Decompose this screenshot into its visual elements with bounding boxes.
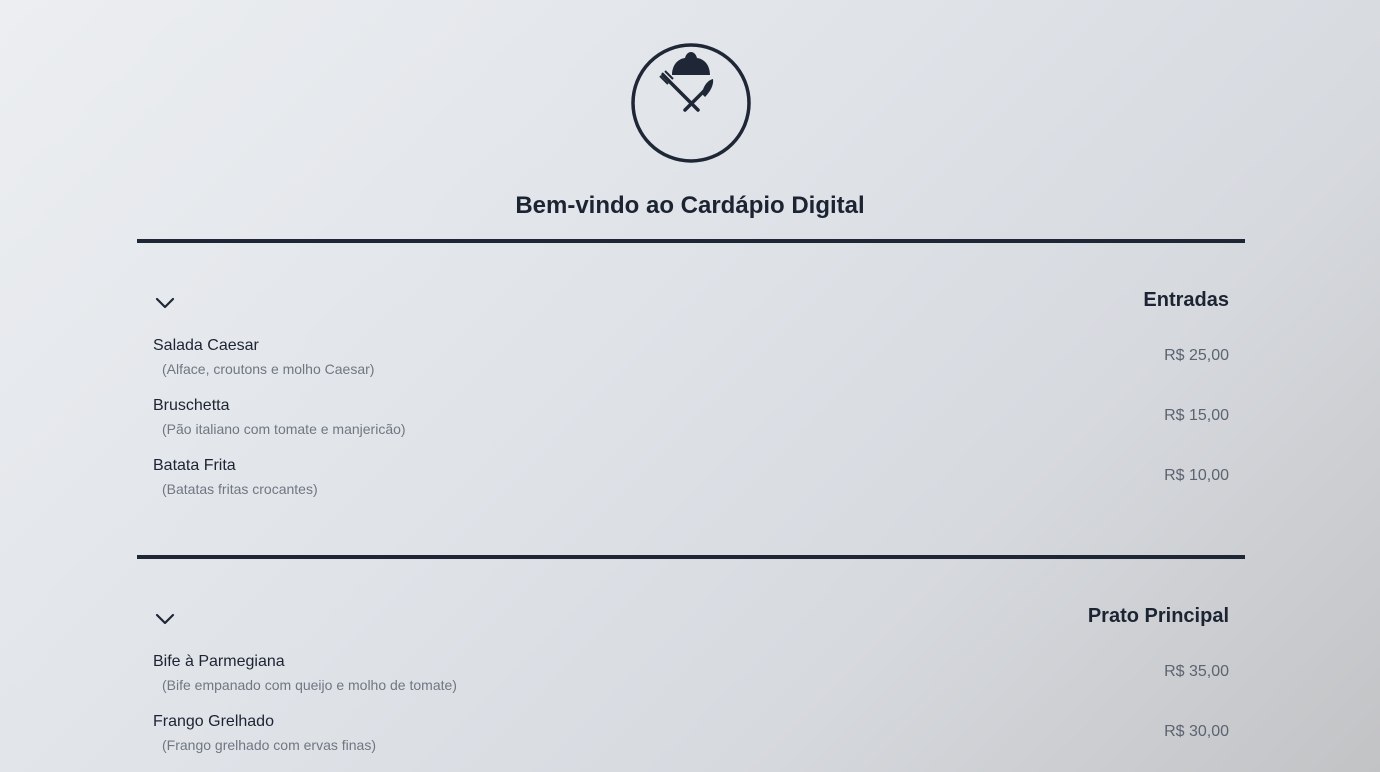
item-description: (Bife empanado com queijo e molho de tom…	[162, 677, 457, 693]
item-description: (Alface, croutons e molho Caesar)	[162, 361, 375, 377]
chevron-down-icon[interactable]	[153, 607, 177, 631]
menu-section-prato-principal: Prato Principal Bife à Parmegiana (Bife …	[137, 601, 1245, 772]
section-divider	[137, 239, 1245, 243]
item-name: Frango Grelhado	[153, 713, 274, 730]
item-name: Bife à Parmegiana	[153, 653, 285, 670]
item-name: Batata Frita	[153, 457, 236, 474]
item-description: (Pão italiano com tomate e manjericão)	[162, 421, 406, 437]
chevron-down-icon[interactable]	[153, 291, 177, 315]
menu-item: Bife à Parmegiana (Bife empanado com que…	[137, 653, 1245, 713]
section-header-prato-principal[interactable]: Prato Principal	[137, 601, 1245, 641]
section-title: Entradas	[1143, 289, 1229, 311]
item-description: (Frango grelhado com ervas finas)	[162, 737, 376, 753]
item-description: (Batatas fritas crocantes)	[162, 481, 318, 497]
menu-item: Frango Grelhado (Frango grelhado com erv…	[137, 713, 1245, 772]
item-price: R$ 10,00	[1164, 467, 1229, 484]
item-name: Salada Caesar	[153, 337, 259, 354]
item-name: Bruschetta	[153, 397, 230, 414]
menu-item: Salada Caesar (Alface, croutons e molho …	[137, 337, 1245, 397]
menu-section-entradas: Entradas Salada Caesar (Alface, croutons…	[137, 285, 1245, 517]
item-price: R$ 15,00	[1164, 407, 1229, 424]
item-price: R$ 35,00	[1164, 663, 1229, 680]
section-divider	[137, 555, 1245, 559]
page-title: Bem-vindo ao Cardápio Digital	[515, 192, 865, 219]
item-price: R$ 30,00	[1164, 723, 1229, 740]
restaurant-logo-icon	[631, 43, 751, 163]
item-price: R$ 25,00	[1164, 347, 1229, 364]
menu-item: Bruschetta (Pão italiano com tomate e ma…	[137, 397, 1245, 457]
section-header-entradas[interactable]: Entradas	[137, 285, 1245, 325]
section-title: Prato Principal	[1087, 605, 1229, 627]
menu-item: Batata Frita (Batatas fritas crocantes) …	[137, 457, 1245, 517]
